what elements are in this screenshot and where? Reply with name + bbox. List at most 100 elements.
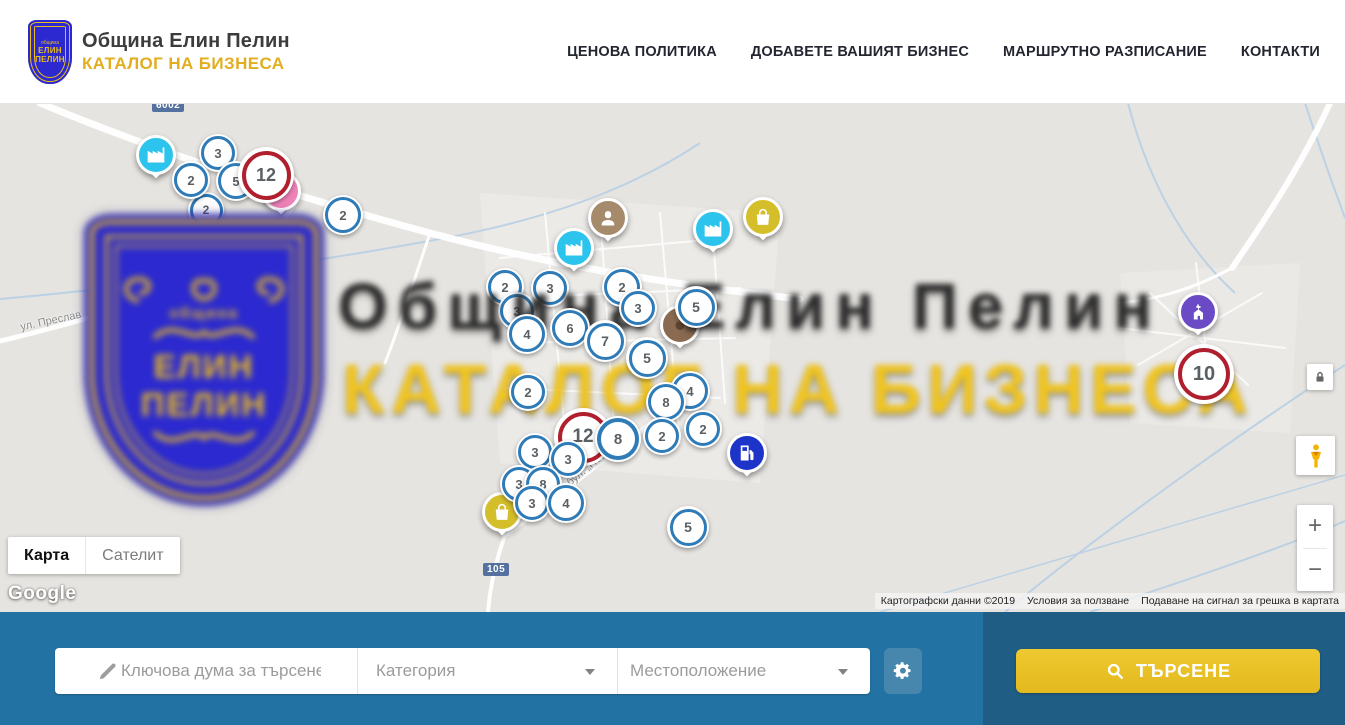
nav-item-add-business[interactable]: ДОБАВЕТЕ ВАШИЯТ БИЗНЕС <box>751 44 969 60</box>
search-button-label: ТЪРСЕНЕ <box>1136 661 1231 682</box>
cluster-marker[interactable]: 2 <box>684 410 722 448</box>
nav-item-schedule[interactable]: МАРШРУТНО РАЗПИСАНИЕ <box>1003 44 1207 60</box>
location-select-value: Местоположение <box>630 661 766 681</box>
cluster-marker[interactable]: 7 <box>584 320 626 362</box>
advanced-search-button[interactable] <box>884 648 922 694</box>
cluster-count: 5 <box>643 350 651 366</box>
header: община ЕЛИН ПЕЛИН Община Елин Пелин КАТА… <box>0 0 1345 104</box>
cluster-count: 7 <box>601 333 609 349</box>
google-logo[interactable]: Google <box>8 583 76 605</box>
cluster-count: 3 <box>528 496 535 511</box>
shopping-bag-pin-marker[interactable] <box>743 197 783 237</box>
map-type-satellite-button[interactable]: Сателит <box>85 537 179 574</box>
road-number-shield: 105 <box>483 563 509 576</box>
cluster-count: 4 <box>523 327 530 342</box>
cluster-count: 6 <box>566 321 573 336</box>
chevron-down-icon <box>838 669 848 675</box>
attribution-report-link[interactable]: Подаване на сигнал за грешка в картата <box>1135 595 1345 607</box>
zoom-out-button[interactable]: − <box>1297 549 1333 592</box>
cluster-count: 4 <box>562 496 569 511</box>
cluster-marker[interactable]: 10 <box>1174 344 1234 404</box>
cluster-count: 5 <box>684 519 692 535</box>
cluster-marker[interactable]: 5 <box>675 286 717 328</box>
cluster-marker[interactable]: 8 <box>595 416 641 462</box>
road-number-shield: 6002 <box>152 103 184 112</box>
search-button[interactable]: ТЪРСЕНЕ <box>1016 649 1320 693</box>
fuel-pin-marker[interactable] <box>727 433 767 473</box>
cluster-count: 2 <box>658 429 665 444</box>
cluster-count: 4 <box>686 384 693 399</box>
attribution-terms-link[interactable]: Условия за ползване <box>1021 595 1135 607</box>
cluster-marker[interactable]: 3 <box>531 269 569 307</box>
cluster-marker[interactable]: 8 <box>646 382 686 422</box>
location-select[interactable]: Местоположение <box>617 648 870 694</box>
street-view-pegman-button[interactable] <box>1296 436 1335 475</box>
cluster-count: 2 <box>524 385 531 400</box>
cluster-count: 2 <box>339 208 346 223</box>
category-select[interactable]: Категория <box>357 648 617 694</box>
cluster-count: 5 <box>692 299 700 315</box>
map-canvas[interactable]: 6002105ул. Преславбул. „Новосел община Е… <box>0 103 1345 612</box>
keyword-segment <box>55 648 357 694</box>
cluster-count: 3 <box>214 146 221 161</box>
cluster-marker[interactable]: 2 <box>509 373 547 411</box>
cluster-marker[interactable]: 5 <box>626 337 668 379</box>
cluster-marker[interactable]: 3 <box>619 289 657 327</box>
cluster-count: 3 <box>634 301 641 316</box>
main-nav: ЦЕНОВА ПОЛИТИКА ДОБАВЕТЕ ВАШИЯТ БИЗНЕС М… <box>567 44 1320 60</box>
brand[interactable]: община ЕЛИН ПЕЛИН Община Елин Пелин КАТА… <box>28 20 290 84</box>
attribution-copyright: Картографски данни ©2019 <box>875 595 1021 607</box>
cluster-marker[interactable]: 2 <box>172 161 210 199</box>
gear-icon <box>892 660 914 682</box>
factory-icon <box>136 135 176 175</box>
zoom-in-button[interactable]: + <box>1297 505 1333 548</box>
cluster-marker[interactable]: 4 <box>507 314 547 354</box>
cluster-count: 3 <box>564 452 571 467</box>
search-form: Категория Местоположение <box>55 648 870 694</box>
worker-pin-marker[interactable] <box>588 198 628 238</box>
cluster-marker[interactable]: 2 <box>643 417 681 455</box>
cluster-count: 10 <box>1193 363 1215 386</box>
pegman-icon <box>1305 443 1327 469</box>
factory-icon <box>693 209 733 249</box>
nav-item-contacts[interactable]: КОНТАКТИ <box>1241 44 1320 60</box>
cluster-count: 3 <box>531 445 538 460</box>
site-title: Община Елин Пелин <box>82 29 290 53</box>
factory-pin-marker[interactable] <box>693 209 733 249</box>
cluster-count: 3 <box>546 281 553 296</box>
cluster-count: 12 <box>256 165 276 186</box>
cluster-count: 8 <box>614 431 622 448</box>
pencil-icon <box>97 660 119 682</box>
search-bar: Категория Местоположение ТЪРСЕНЕ <box>0 612 1345 725</box>
cluster-marker[interactable]: 12 <box>238 147 294 203</box>
municipality-crest-logo: община ЕЛИН ПЕЛИН <box>28 20 72 84</box>
cluster-count: 8 <box>662 395 669 410</box>
cluster-count: 2 <box>699 422 706 437</box>
cluster-count: 2 <box>501 280 508 295</box>
site-subtitle: КАТАЛОГ НА БИЗНЕСА <box>82 53 290 74</box>
fuel-icon <box>727 433 767 473</box>
church-pin-marker[interactable] <box>1178 292 1218 332</box>
nav-item-pricing[interactable]: ЦЕНОВА ПОЛИТИКА <box>567 44 717 60</box>
worker-icon <box>588 198 628 238</box>
brand-text: Община Елин Пелин КАТАЛОГ НА БИЗНЕСА <box>82 29 290 74</box>
cluster-count: 2 <box>618 280 625 295</box>
cluster-marker[interactable]: 5 <box>667 506 709 548</box>
cluster-count: 2 <box>203 203 210 217</box>
cluster-marker[interactable]: 4 <box>546 483 586 523</box>
category-select-value: Категория <box>376 661 455 681</box>
lock-button[interactable] <box>1307 364 1333 390</box>
zoom-control: + − <box>1297 505 1333 591</box>
search-icon <box>1105 661 1125 681</box>
shopping-bag-icon <box>743 197 783 237</box>
cluster-count: 2 <box>187 173 194 188</box>
chevron-down-icon <box>585 669 595 675</box>
lock-icon <box>1313 370 1327 384</box>
map-type-map-button[interactable]: Карта <box>8 537 85 574</box>
church-icon <box>1178 292 1218 332</box>
keyword-search-input[interactable] <box>119 660 323 682</box>
map-type-control: Карта Сателит <box>8 537 180 574</box>
map-attribution: Картографски данни ©2019 Условия за полз… <box>875 593 1345 609</box>
cluster-marker[interactable]: 2 <box>323 195 363 235</box>
factory-pin-marker[interactable] <box>136 135 176 175</box>
